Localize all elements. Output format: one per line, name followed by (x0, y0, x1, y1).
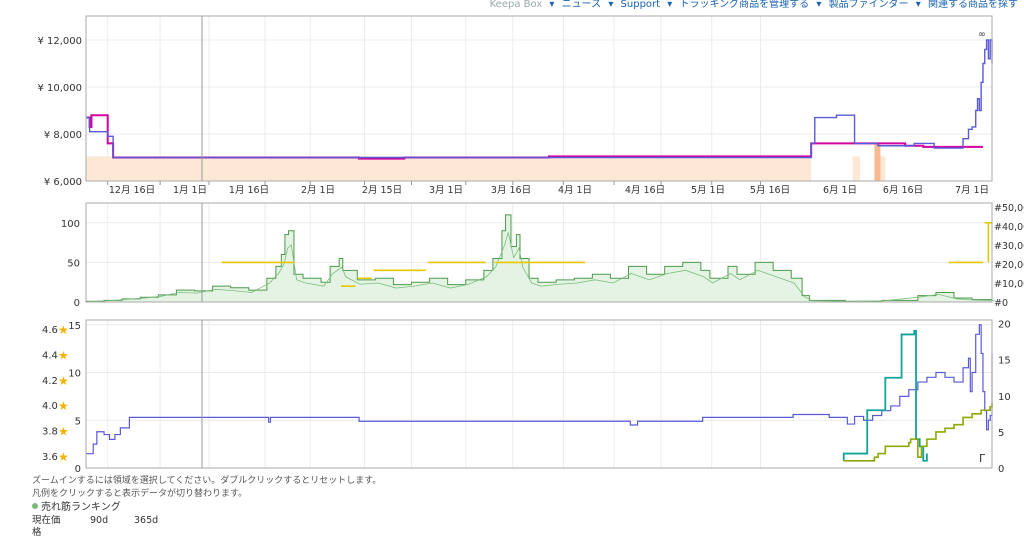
rank-y2-tick-label: #30,000 (994, 241, 1024, 252)
star-rating-label: 4.0 (42, 401, 58, 412)
stats-header: 現在価 90d 365d (32, 515, 381, 528)
link-icon: ∞ (978, 29, 986, 40)
x-tick-label: 3月 16日 (491, 185, 531, 196)
amazon-price-area (874, 143, 881, 181)
right-axis-extra-label: Γ (979, 452, 986, 465)
star-icon: ★ (58, 425, 69, 439)
x-tick-label: 2月 1日 (301, 185, 335, 196)
chart-footer: ズームインするには領域を選択してください。ダブルクリックするとリセットします。 … (32, 475, 381, 540)
x-tick-label: 5月 1日 (691, 185, 725, 196)
x-tick-label: 6月 1日 (823, 185, 857, 196)
star-rating-label: 4.2 (42, 376, 58, 387)
star-icon: ★ (58, 348, 69, 362)
x-tick-label: 12月 16日 (109, 185, 155, 196)
rating-series-new (86, 324, 993, 455)
rating-y-tick-label: 10 (68, 369, 81, 380)
price-panel: ¥ 6,000 ¥ 8,000 ¥ 10,000 ¥ 12,000 12月 16日 1月 … (37, 15, 993, 196)
rank-y2-tick-label: #10,000 (994, 279, 1024, 290)
star-icon: ★ (58, 399, 69, 413)
rank-y-tick-label: 50 (67, 258, 80, 269)
legend-hint: 凡例をクリックすると表示データが切り替わります。 (32, 488, 248, 499)
zoom-hint: ズームインするには領域を選択してください。ダブルクリックするとリセットします。 (32, 476, 382, 486)
legend-label: 売れ筋ランキング (41, 502, 121, 513)
rank-y2-tick-label: #20,000 (994, 260, 1024, 271)
rank-y2-tick-label: #0 (994, 298, 1008, 309)
price-y-tick-label: ¥ 10,000 (37, 83, 82, 94)
x-tick-label: 5月 16日 (750, 185, 790, 196)
price-y-tick-label: ¥ 8,000 (44, 130, 82, 141)
sales-rank-panel: 0 50 100 #0 #10,000 #20,000 #30,000 #40,000 #50,… (61, 202, 1024, 309)
price-panel-frame (85, 15, 993, 182)
price-row-label: 格 (32, 527, 42, 538)
star-icon: ★ (58, 450, 69, 464)
keepa-chart[interactable]: ¥ 6,000 ¥ 8,000 ¥ 10,000 ¥ 12,000 12月 16日 1月 … (0, 0, 1024, 544)
star-icon: ★ (58, 374, 69, 388)
star-rating-label: 3.8 (42, 427, 58, 438)
amazon-price-area (852, 156, 860, 181)
col-90d: 90d (90, 514, 109, 526)
rating-series-rating (843, 403, 993, 462)
x-tick-label: 1月 1日 (173, 185, 207, 196)
price-y-tick-label: ¥ 12,000 (37, 36, 82, 47)
rank-y2-tick-label: #50,000 (994, 203, 1024, 214)
price-series-new (86, 39, 993, 159)
rating-y2-tick-label: 15 (998, 356, 1011, 367)
x-tick-label: 6月 16日 (883, 185, 923, 196)
col-current: 現在価 (32, 514, 61, 526)
x-tick-label: 4月 16日 (625, 185, 665, 196)
sales-rank-area (86, 214, 992, 302)
star-rating-label: 3.6 (42, 452, 58, 463)
x-tick-label: 1月 16日 (229, 185, 269, 196)
star-rating-label: 4.4 (42, 350, 58, 361)
rating-series-reviews (842, 329, 928, 462)
star-icon: ★ (58, 323, 69, 337)
rank-y-tick-label: 100 (61, 219, 80, 230)
legend-dot-icon (32, 503, 38, 509)
x-tick-label: 2月 15日 (362, 185, 402, 196)
rating-y2-tick-label: 5 (998, 428, 1004, 439)
rating-y2-tick-label: 10 (998, 392, 1011, 403)
rating-y2-tick-label: 20 (998, 320, 1011, 331)
price-series-new3p (86, 114, 983, 160)
star-rating-label: 4.6 (42, 325, 58, 336)
rating-panel: 051015051015203.6 ★3.8 ★4.0 ★4.2 ★4.4 ★4.6 ★Γ (42, 319, 1011, 475)
rating-y2-tick-label: 0 (998, 464, 1004, 475)
col-365d: 365d (134, 514, 159, 526)
x-tick-label: 3月 1日 (429, 185, 463, 196)
rank-y2-tick-label: #40,000 (994, 222, 1024, 233)
rank-y-tick-label: 0 (74, 298, 80, 309)
x-tick-label: 7月 1日 (955, 185, 989, 196)
rating-y-tick-label: 15 (68, 321, 81, 332)
amazon-price-area (86, 156, 812, 181)
rating-panel-frame (85, 319, 993, 469)
price-y-tick-label: ¥ 6,000 (44, 177, 82, 188)
x-tick-label: 4月 1日 (558, 185, 592, 196)
rating-y-tick-label: 5 (75, 416, 81, 427)
rating-y-tick-label: 0 (75, 464, 81, 475)
legend-item-sales-rank[interactable]: 売れ筋ランキング (32, 502, 381, 515)
